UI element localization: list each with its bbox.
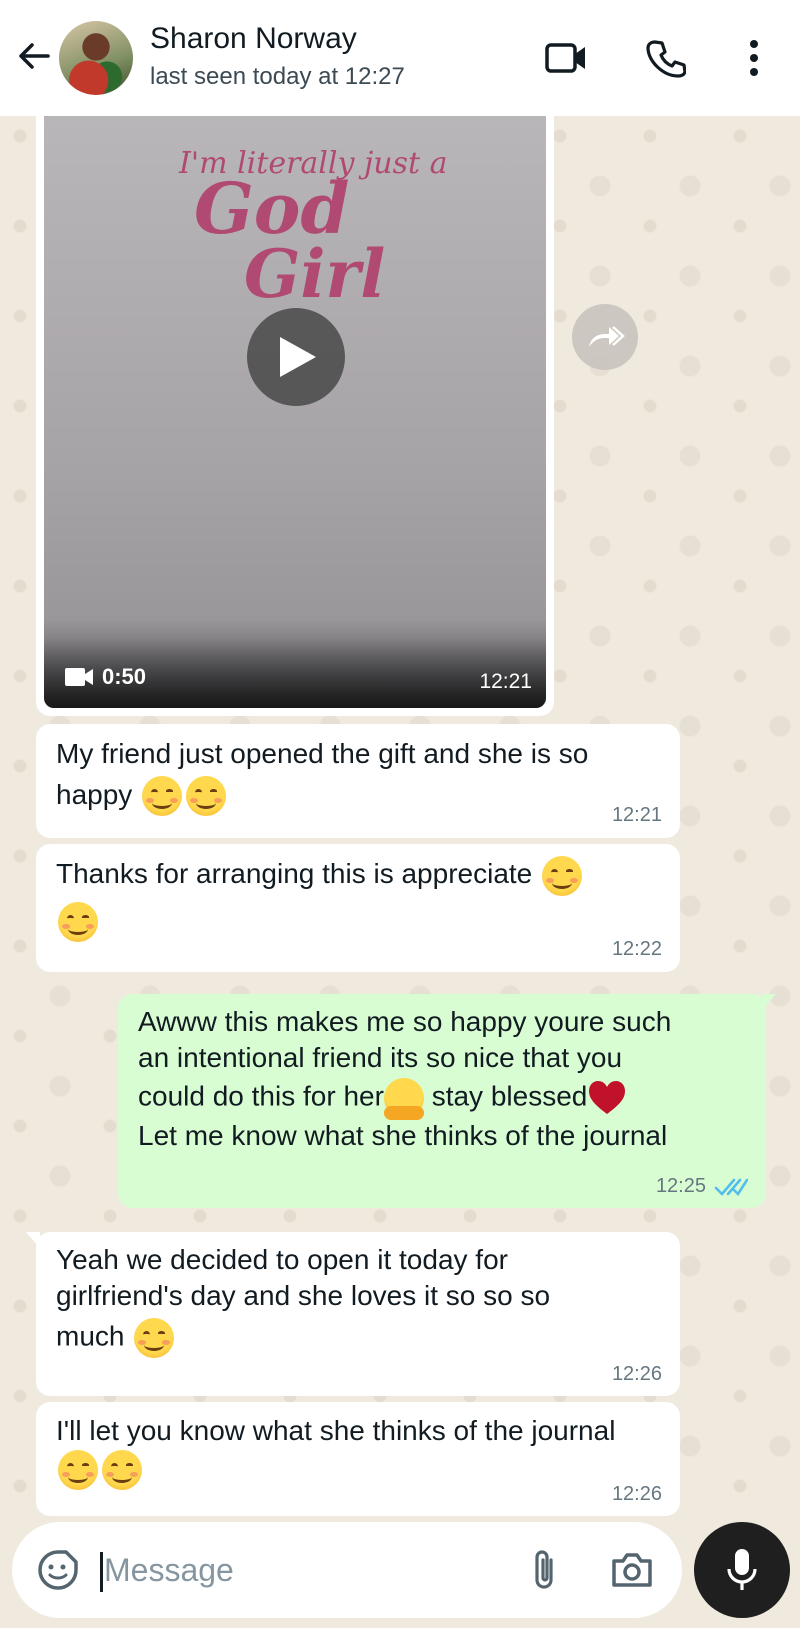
hugging-face-emoji [383,1077,424,1120]
video-camera-icon [65,668,93,686]
text-cursor [100,1552,103,1592]
bubble-tail [26,1232,40,1248]
duration-label: 0:50 [102,664,147,689]
smiling-face-emoji [542,855,583,896]
attachment-icon[interactable] [520,1546,568,1594]
message-time: 12:25 [655,1175,706,1198]
smiling-face-emoji [142,776,183,817]
more-options-icon[interactable] [730,34,778,82]
incoming-message[interactable]: Thanks for arranging this is appreciate … [36,844,680,972]
sticker-icon[interactable] [34,1546,82,1594]
smiling-face-emoji [134,1317,175,1358]
message-input[interactable] [104,1540,504,1600]
contact-name[interactable]: Sharon Norway [150,22,357,56]
smiling-face-emoji [102,1450,142,1491]
smiling-face-emoji [58,901,98,942]
forward-button[interactable] [572,304,638,370]
red-heart-emoji [589,1080,626,1114]
avatar[interactable] [59,21,133,95]
camera-icon[interactable] [606,1546,658,1594]
message-text: Yeah we decided to open it today for [56,1244,508,1275]
message-time: 12:21 [611,804,662,826]
smiling-face-emoji [186,776,227,817]
message-time: 12:21 [479,670,532,693]
play-icon [280,337,316,377]
incoming-message[interactable]: I'll let you know what she thinks of the… [36,1402,680,1516]
message-text: Awww this makes me so happy youre such [138,1006,672,1037]
message-text: Let me know what she thinks of the journ… [138,1119,668,1151]
incoming-message[interactable]: Yeah we decided to open it today for gir… [26,1232,680,1396]
last-seen-status: last seen today at 12:27 [150,63,405,90]
message-text: an intentional friend its so nice that y… [138,1041,623,1073]
thumbnail-text: Girl [244,235,386,313]
play-button[interactable] [247,308,345,406]
double-check-read-icon [714,1178,748,1197]
outgoing-message[interactable]: Awww this makes me so happy youre such a… [118,994,776,1208]
incoming-message[interactable]: My friend just opened the gift and she i… [36,724,680,838]
phone-icon[interactable] [642,34,690,82]
message-text: My friend just opened the gift and she i… [56,738,589,810]
message-text: much [56,1320,125,1352]
message-text: I'll let you know what she thinks of the… [56,1415,616,1446]
microphone-icon [727,1549,757,1590]
message-text: Thanks for arranging this is appreciate [56,858,533,889]
message-text: could do this for her [138,1080,384,1112]
message-text: stay blessed [423,1080,588,1112]
microphone-button[interactable] [694,1522,790,1618]
message-time: 12:26 [611,1483,662,1505]
chat-area[interactable]: I'm literally just a God Girl 0:50 12:21… [0,116,800,1518]
message-text: girlfriend's day and she loves it so so … [56,1279,551,1311]
forward-icon [589,326,625,347]
video-thumbnail[interactable]: I'm literally just a God Girl 0:50 12:21 [44,116,546,708]
video-call-icon[interactable] [542,34,590,82]
back-arrow-icon[interactable] [12,34,56,78]
thumbnail-text: God [194,167,350,250]
message-time: 12:26 [611,1363,662,1386]
message-composer [12,1522,682,1618]
video-message[interactable]: I'm literally just a God Girl 0:50 12:21 [36,116,554,716]
chat-header: Sharon Norway last seen today at 12:27 [0,0,800,116]
message-time: 12:22 [611,938,662,960]
bubble-tail [762,994,776,1010]
smiling-face-emoji [58,1450,98,1491]
video-duration: 0:50 [64,664,146,690]
